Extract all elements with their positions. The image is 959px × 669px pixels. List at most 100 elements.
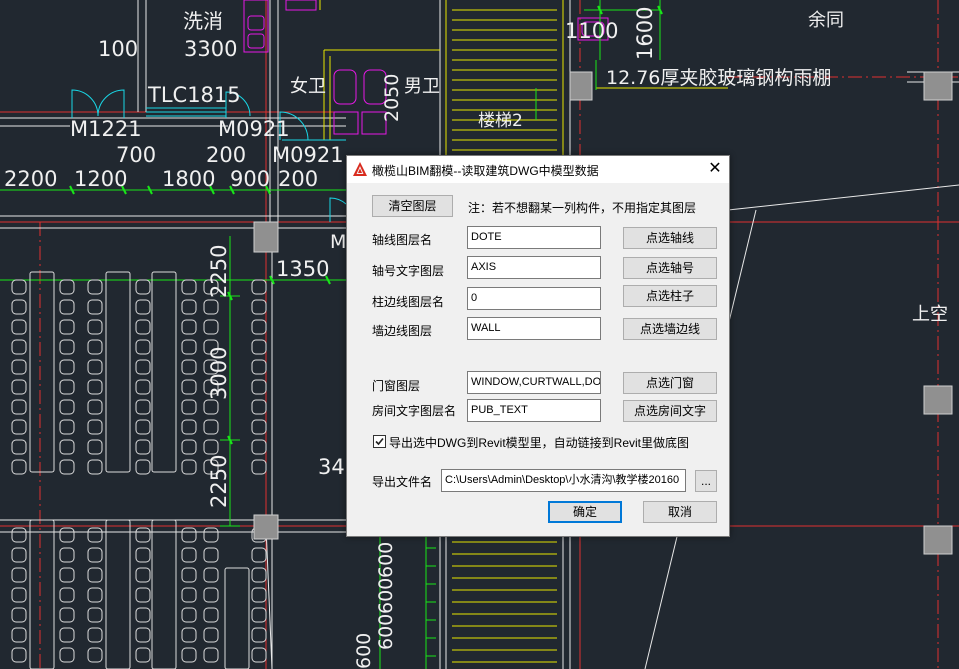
wall-layer-input[interactable]: WALL xyxy=(467,317,601,340)
chair xyxy=(203,627,219,643)
chair xyxy=(181,439,197,455)
chair xyxy=(181,459,197,475)
chair xyxy=(181,359,197,375)
chair xyxy=(87,439,103,455)
chair xyxy=(181,587,197,603)
door-window-layer-label: 门窗图层 xyxy=(372,379,421,393)
door-window-layer-input[interactable]: WINDOW,CURTWALL,DOO xyxy=(467,371,601,394)
chair xyxy=(87,567,103,583)
label-m0921-b: M0921 xyxy=(272,143,344,167)
axis-layer-input[interactable]: DOTE xyxy=(467,226,601,249)
pick-room-text-button[interactable]: 点选房间文字 xyxy=(623,400,717,422)
chair xyxy=(59,319,75,335)
chair xyxy=(203,319,219,335)
chair xyxy=(59,647,75,663)
chair xyxy=(11,319,27,335)
chair xyxy=(87,359,103,375)
pick-axis-button[interactable]: 点选轴线 xyxy=(623,227,717,249)
chair xyxy=(11,547,27,563)
browse-button[interactable]: ... xyxy=(695,470,717,492)
chair xyxy=(135,399,151,415)
chair xyxy=(251,547,267,563)
chair xyxy=(11,439,27,455)
pick-wall-button[interactable]: 点选墙边线 xyxy=(623,318,717,340)
chair xyxy=(11,527,27,543)
label-xixiao: 洗消 xyxy=(183,9,223,33)
dialog-titlebar[interactable]: 橄榄山BIM翻模--读取建筑DWG中模型数据 ✕ xyxy=(347,156,729,183)
chair xyxy=(135,607,151,623)
chair xyxy=(251,567,267,583)
room-text-layer-input[interactable]: PUB_TEXT xyxy=(467,399,601,422)
chair xyxy=(251,279,267,295)
chair xyxy=(251,607,267,623)
chair xyxy=(87,339,103,355)
dim-1200: 1200 xyxy=(74,167,127,191)
export-path-input[interactable]: C:\Users\Admin\Desktop\小水清沟\教学楼20160 xyxy=(441,469,686,492)
chair xyxy=(87,547,103,563)
dialog-title: 橄榄山BIM翻模--读取建筑DWG中模型数据 xyxy=(372,164,599,178)
chair xyxy=(11,627,27,643)
chair xyxy=(87,319,103,335)
chair xyxy=(203,399,219,415)
dim-600-4: 600 xyxy=(353,633,375,669)
clear-layers-button[interactable]: 清空图层 xyxy=(372,195,453,217)
label-nanwei: 男卫 xyxy=(404,76,440,97)
cancel-button[interactable]: 取消 xyxy=(643,501,717,523)
chair xyxy=(203,299,219,315)
chair xyxy=(87,399,103,415)
chair xyxy=(251,399,267,415)
export-file-label: 导出文件名 xyxy=(372,475,433,489)
chair xyxy=(11,339,27,355)
chair xyxy=(181,627,197,643)
chair xyxy=(59,279,75,295)
label-m0921-a: M0921 xyxy=(218,117,290,141)
chair xyxy=(135,379,151,395)
pick-door-window-button[interactable]: 点选门窗 xyxy=(623,372,717,394)
dim-2250-lower: 2250 xyxy=(207,455,231,508)
chair xyxy=(203,647,219,663)
chair xyxy=(11,459,27,475)
pick-axis-number-button[interactable]: 点选轴号 xyxy=(623,257,717,279)
chair xyxy=(11,607,27,623)
chair xyxy=(181,419,197,435)
dim-2250-upper: 2250 xyxy=(207,245,231,298)
pick-column-button[interactable]: 点选柱子 xyxy=(623,285,717,307)
dim-900: 900 xyxy=(230,167,270,191)
dim-1600: 1600 xyxy=(633,7,657,60)
label-m1221: M1221 xyxy=(70,117,142,141)
chair xyxy=(181,607,197,623)
chair xyxy=(203,439,219,455)
chair xyxy=(203,527,219,543)
chair xyxy=(251,647,267,663)
chair xyxy=(181,547,197,563)
dim-2200: 2200 xyxy=(4,167,57,191)
dim-1800: 1800 xyxy=(162,167,215,191)
chair xyxy=(59,587,75,603)
chair xyxy=(59,459,75,475)
export-link-checkbox[interactable] xyxy=(373,435,386,448)
close-button[interactable]: ✕ xyxy=(701,156,729,183)
chair xyxy=(203,587,219,603)
checkmark-icon xyxy=(375,437,384,446)
dim-3000: 3000 xyxy=(207,347,231,400)
wall-layer-label: 墙边线图层 xyxy=(372,324,433,338)
chair xyxy=(87,627,103,643)
chair xyxy=(251,379,267,395)
dim-100: 100 xyxy=(98,37,138,61)
dim-600-2: 600 xyxy=(375,578,397,614)
chair xyxy=(135,439,151,455)
chair xyxy=(59,439,75,455)
dim-200-top: 200 xyxy=(206,143,246,167)
chair xyxy=(11,567,27,583)
chair xyxy=(87,279,103,295)
export-link-label[interactable]: 导出选中DWG到Revit模型里，自动链接到Revit里做底图 xyxy=(389,434,689,451)
column-layer-input[interactable]: 0 xyxy=(467,287,601,310)
chair xyxy=(87,587,103,603)
ok-button[interactable]: 确定 xyxy=(548,501,622,523)
chair xyxy=(135,279,151,295)
close-icon: ✕ xyxy=(708,160,722,177)
chair xyxy=(181,279,197,295)
axis-text-layer-input[interactable]: AXIS xyxy=(467,256,601,279)
chair xyxy=(59,359,75,375)
note-text: 注：若不想翻某一列构件，不用指定其图层 xyxy=(468,201,697,215)
